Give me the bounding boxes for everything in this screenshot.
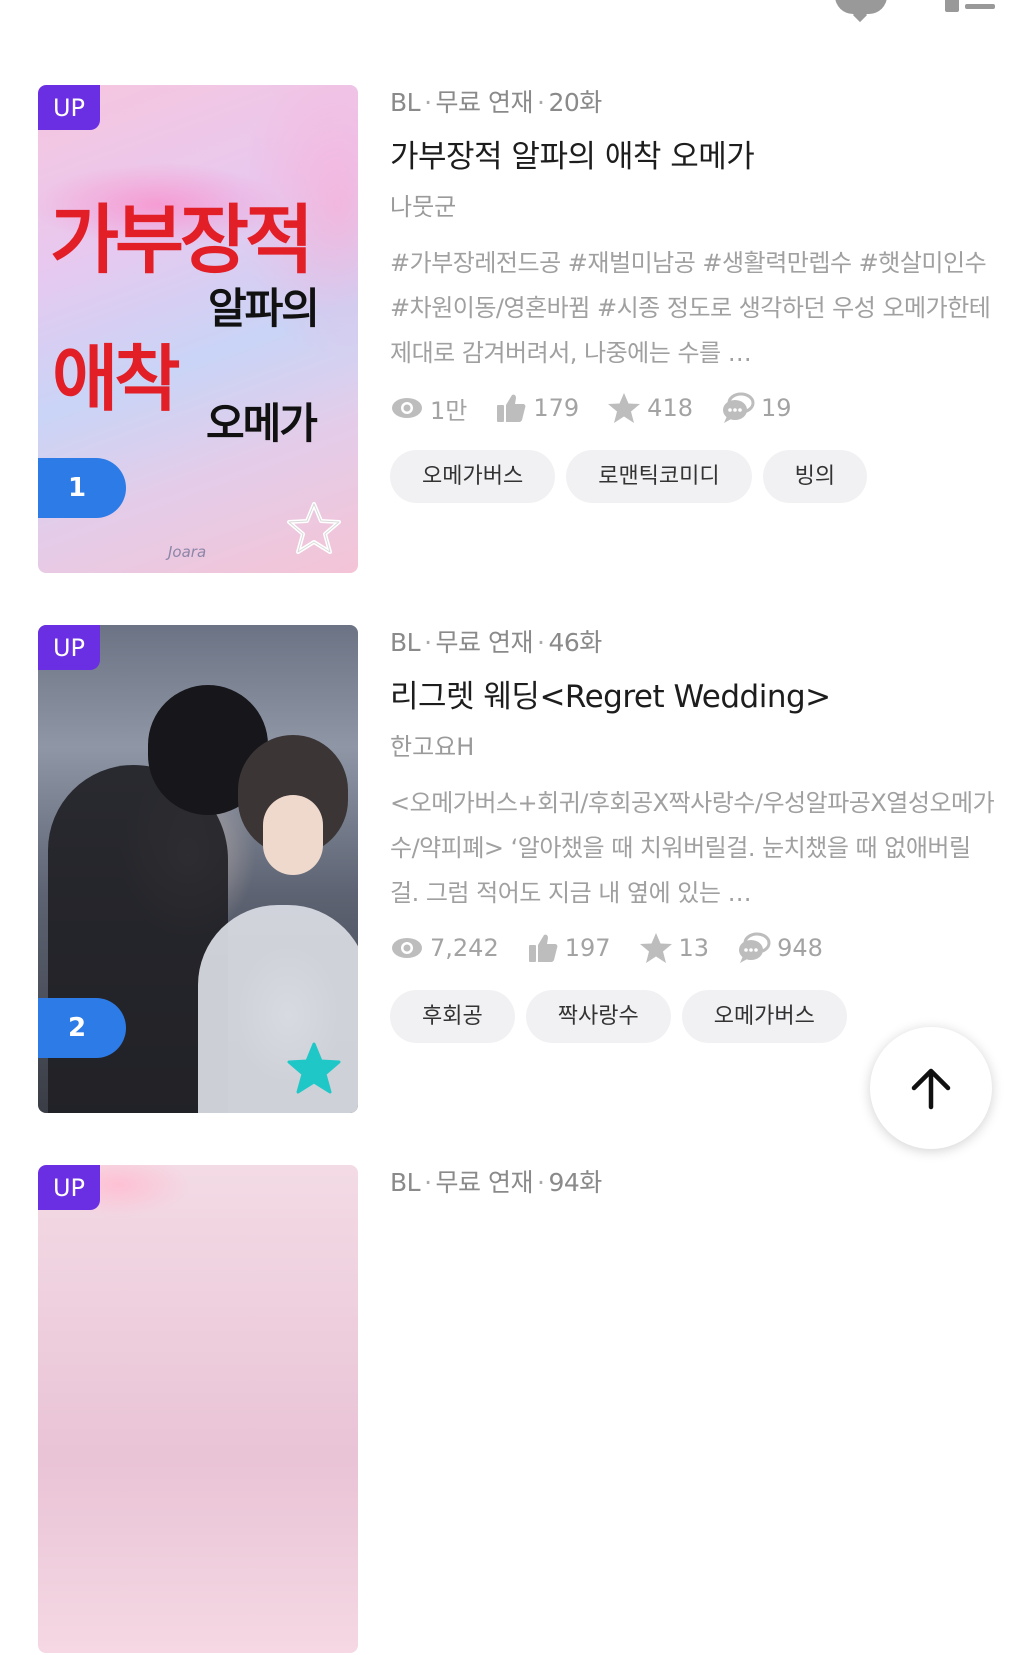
thumbs-up-icon <box>528 934 558 962</box>
episode-count: 94화 <box>548 1168 602 1197</box>
item-stats: 7,242 197 13 948 <box>390 928 998 968</box>
tag-list: 오메가버스 로맨틱코미디 빙의 <box>390 450 998 503</box>
eye-icon <box>392 398 422 418</box>
up-badge: UP <box>38 625 100 670</box>
scroll-to-top-button[interactable] <box>870 1027 992 1149</box>
thumbs-up-icon <box>497 394 526 422</box>
publisher-logo: Joara <box>168 543 207 561</box>
tag-chip[interactable]: 오메가버스 <box>390 450 556 503</box>
stars-stat: 13 <box>639 932 709 964</box>
comment-icon <box>739 932 771 963</box>
tag-chip[interactable]: 후회공 <box>390 990 515 1043</box>
book-cover[interactable]: UP <box>38 1165 358 1653</box>
genre-label: BL <box>390 1168 421 1197</box>
star-icon <box>639 933 672 963</box>
item-description: #가부장레전드공 #재벌미남공 #생활력만렙수 #햇살미인수 #차원이동/영혼바… <box>390 249 991 367</box>
favorite-star-icon[interactable] <box>284 499 344 559</box>
item-info: BL · 무료 연재 · 94화 <box>390 1165 998 1201</box>
tag-chip[interactable]: 짝사랑수 <box>525 990 671 1043</box>
tag-chip[interactable]: 오메가버스 <box>681 990 847 1043</box>
item-info: BL · 무료 연재 · 20화 가부장적 알파의 애착 오메가 나뭇군 #가부장레전드… <box>390 85 998 503</box>
cover-title-line: 오메가 <box>206 399 318 448</box>
rank-badge: 1 <box>38 458 126 518</box>
cover-title-line: 가부장적 <box>50 196 314 284</box>
eye-icon <box>392 938 422 958</box>
list-item[interactable]: UP BL · 무료 연재 · 94화 <box>38 1165 998 1655</box>
item-info: BL · 무료 연재 · 46화 리그렛 웨딩<Regret Wedding> 한고요H… <box>390 625 998 1043</box>
cover-title-line: 애착 <box>52 337 181 421</box>
stars-stat: 418 <box>607 392 693 424</box>
up-badge: UP <box>38 85 100 130</box>
up-badge: UP <box>38 1165 100 1210</box>
rank-badge: 2 <box>38 998 126 1058</box>
views-stat: 7,242 <box>390 934 499 962</box>
comments-stat: 948 <box>737 932 823 964</box>
item-author[interactable]: 한고요H <box>390 729 998 765</box>
item-stats: 1만 179 418 19 <box>390 388 998 428</box>
favorite-star-icon[interactable] <box>284 1039 344 1099</box>
likes-stat: 197 <box>527 932 611 964</box>
chat-icon[interactable] <box>835 0 887 14</box>
list-item[interactable]: UP 2 BL · 무료 연재 · 46화 리그렛 웨딩<Regret Wedding>… <box>38 625 998 1115</box>
list-item[interactable]: 가부장적 알파의 애착 오메가 Joara UP 1 BL · 무료 연재 · 20화 … <box>38 85 998 575</box>
status-label: 무료 연재 <box>435 1168 534 1197</box>
likes-stat: 179 <box>495 392 579 424</box>
cover-title-line: 알파의 <box>208 284 320 333</box>
episode-count: 46화 <box>548 628 602 657</box>
item-title[interactable]: 리그렛 웨딩<Regret Wedding> <box>390 675 998 719</box>
status-label: 무료 연재 <box>435 628 534 657</box>
item-meta: BL · 무료 연재 · 46화 <box>390 628 602 657</box>
genre-label: BL <box>390 628 421 657</box>
star-icon <box>608 393 641 423</box>
arrow-up-icon <box>911 1068 951 1110</box>
tag-chip[interactable]: 로맨틱코미디 <box>566 450 752 503</box>
book-cover[interactable]: UP 2 <box>38 625 358 1113</box>
comment-icon <box>722 392 755 423</box>
item-meta: BL · 무료 연재 · 20화 <box>390 88 602 117</box>
top-toolbar <box>835 0 995 20</box>
item-meta: BL · 무료 연재 · 94화 <box>390 1168 602 1197</box>
views-stat: 1만 <box>390 391 467 426</box>
item-description: <오메가버스+회귀/후회공X짝사랑수/우성알파공X열성오메가수/약피폐> ‘알아… <box>390 789 995 907</box>
list-view-icon[interactable] <box>945 0 995 14</box>
episode-count: 20화 <box>548 88 602 117</box>
tag-chip[interactable]: 빙의 <box>762 450 868 503</box>
comments-stat: 19 <box>721 392 792 424</box>
status-label: 무료 연재 <box>435 88 534 117</box>
book-cover[interactable]: 가부장적 알파의 애착 오메가 Joara UP 1 <box>38 85 358 573</box>
item-author[interactable]: 나뭇군 <box>390 189 998 225</box>
item-title[interactable]: 가부장적 알파의 애착 오메가 <box>390 135 998 179</box>
genre-label: BL <box>390 88 421 117</box>
